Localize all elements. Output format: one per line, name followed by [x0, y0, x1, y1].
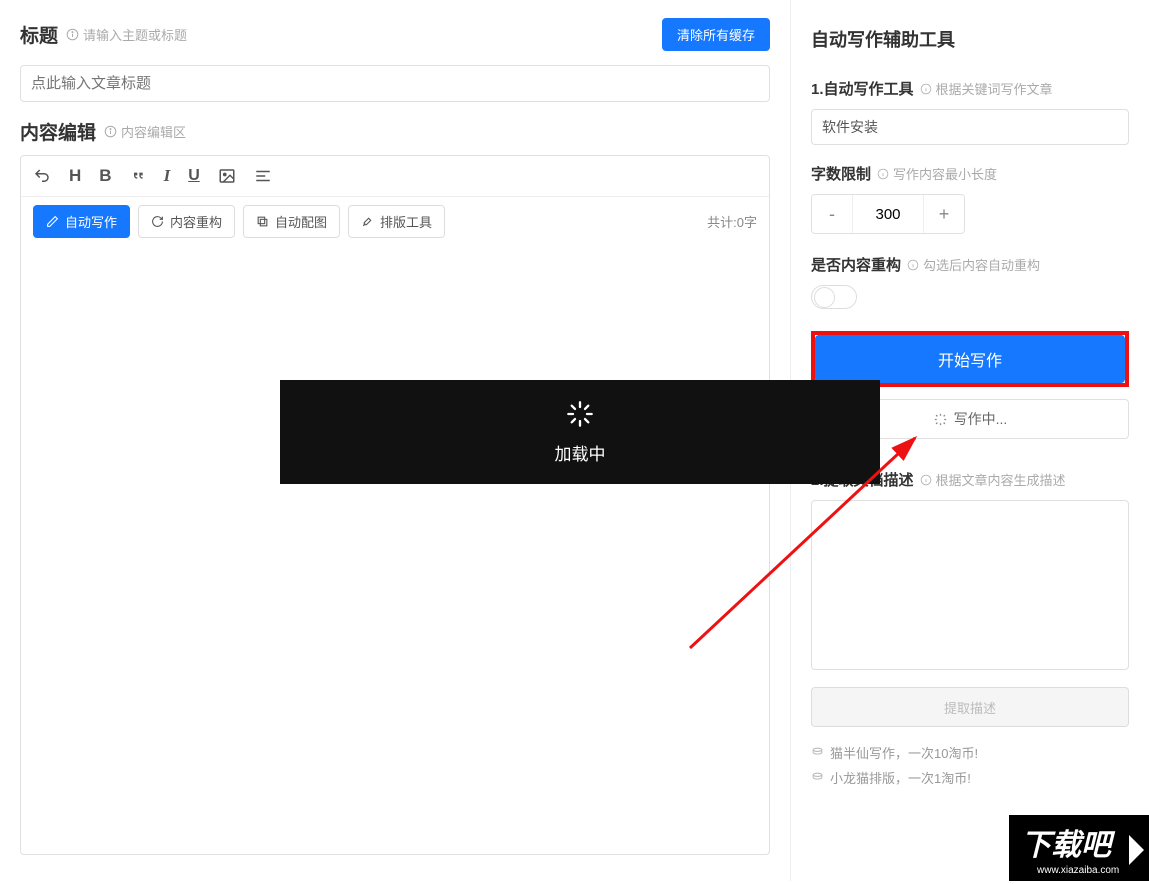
- info-icon: [920, 474, 932, 486]
- copy-icon: [256, 215, 269, 228]
- info-icon: [907, 259, 919, 271]
- section1-hint: 根据关键词写作文章: [920, 79, 1053, 98]
- article-title-input[interactable]: [20, 65, 770, 102]
- coin-icon: [811, 746, 824, 759]
- section1-title: 1.自动写作工具: [811, 78, 914, 99]
- editor-container: H B I U 自动写作 内容重构 自动配图 排版工具 共计:0字: [20, 155, 770, 855]
- section2-hint: 根据文章内容生成描述: [920, 470, 1066, 489]
- loading-text: 加载中: [555, 440, 606, 465]
- info-icon: [877, 168, 889, 180]
- rebuild-label: 是否内容重构: [811, 254, 901, 275]
- svg-text:www.xiazaiba.com: www.xiazaiba.com: [1036, 865, 1119, 876]
- wordlimit-stepper: - +: [811, 194, 965, 234]
- wordlimit-hint: 写作内容最小长度: [877, 164, 997, 183]
- pencil-icon: [46, 215, 59, 228]
- editor-body[interactable]: [21, 247, 769, 767]
- auto-write-button[interactable]: 自动写作: [33, 205, 130, 238]
- rebuild-button[interactable]: 内容重构: [138, 205, 235, 238]
- loading-overlay: 加载中: [280, 380, 880, 484]
- content-edit-label: 内容编辑: [20, 118, 96, 145]
- wordlimit-label: 字数限制: [811, 163, 871, 184]
- image-icon[interactable]: [218, 167, 236, 185]
- undo-icon[interactable]: [33, 167, 51, 185]
- side-panel-title: 自动写作辅助工具: [811, 26, 1129, 52]
- wordlimit-input[interactable]: [852, 195, 924, 233]
- bold-icon[interactable]: B: [99, 166, 111, 186]
- start-button-highlight: 开始写作: [811, 331, 1129, 387]
- note-line-2: 小龙猫排版，一次1淘币!: [811, 768, 1129, 787]
- description-textarea[interactable]: [811, 500, 1129, 670]
- refresh-icon: [151, 215, 164, 228]
- spinner-icon: [566, 400, 594, 428]
- info-icon: [104, 125, 117, 138]
- italic-icon[interactable]: I: [164, 166, 171, 186]
- loading-icon: [933, 412, 948, 427]
- layout-tool-button[interactable]: 排版工具: [348, 205, 445, 238]
- keyword-input[interactable]: [811, 109, 1129, 145]
- tools-icon: [361, 215, 374, 228]
- info-icon: [66, 28, 79, 41]
- title-label: 标题: [20, 21, 58, 48]
- clear-cache-button[interactable]: 清除所有缓存: [662, 18, 770, 51]
- stepper-minus-button[interactable]: -: [812, 195, 852, 233]
- start-writing-button[interactable]: 开始写作: [815, 335, 1125, 383]
- auto-image-button[interactable]: 自动配图: [243, 205, 340, 238]
- word-counter: 共计:0字: [707, 212, 757, 231]
- stepper-plus-button[interactable]: +: [924, 195, 964, 233]
- svg-text:下载吧: 下载吧: [1021, 829, 1116, 862]
- info-icon: [920, 83, 932, 95]
- extract-description-button[interactable]: 提取描述: [811, 687, 1129, 727]
- coin-icon: [811, 771, 824, 784]
- heading-icon[interactable]: H: [69, 166, 81, 186]
- rebuild-hint: 勾选后内容自动重构: [907, 255, 1040, 274]
- content-hint: 内容编辑区: [104, 122, 186, 141]
- title-hint: 请输入主题或标题: [66, 25, 187, 44]
- underline-icon[interactable]: U: [188, 167, 200, 185]
- note-line-1: 猫半仙写作，一次10淘币!: [811, 743, 1129, 762]
- quote-icon[interactable]: [130, 168, 146, 184]
- rebuild-toggle[interactable]: [811, 285, 857, 309]
- align-icon[interactable]: [254, 167, 272, 185]
- watermark-logo: 下载吧 www.xiazaiba.com: [1009, 815, 1149, 881]
